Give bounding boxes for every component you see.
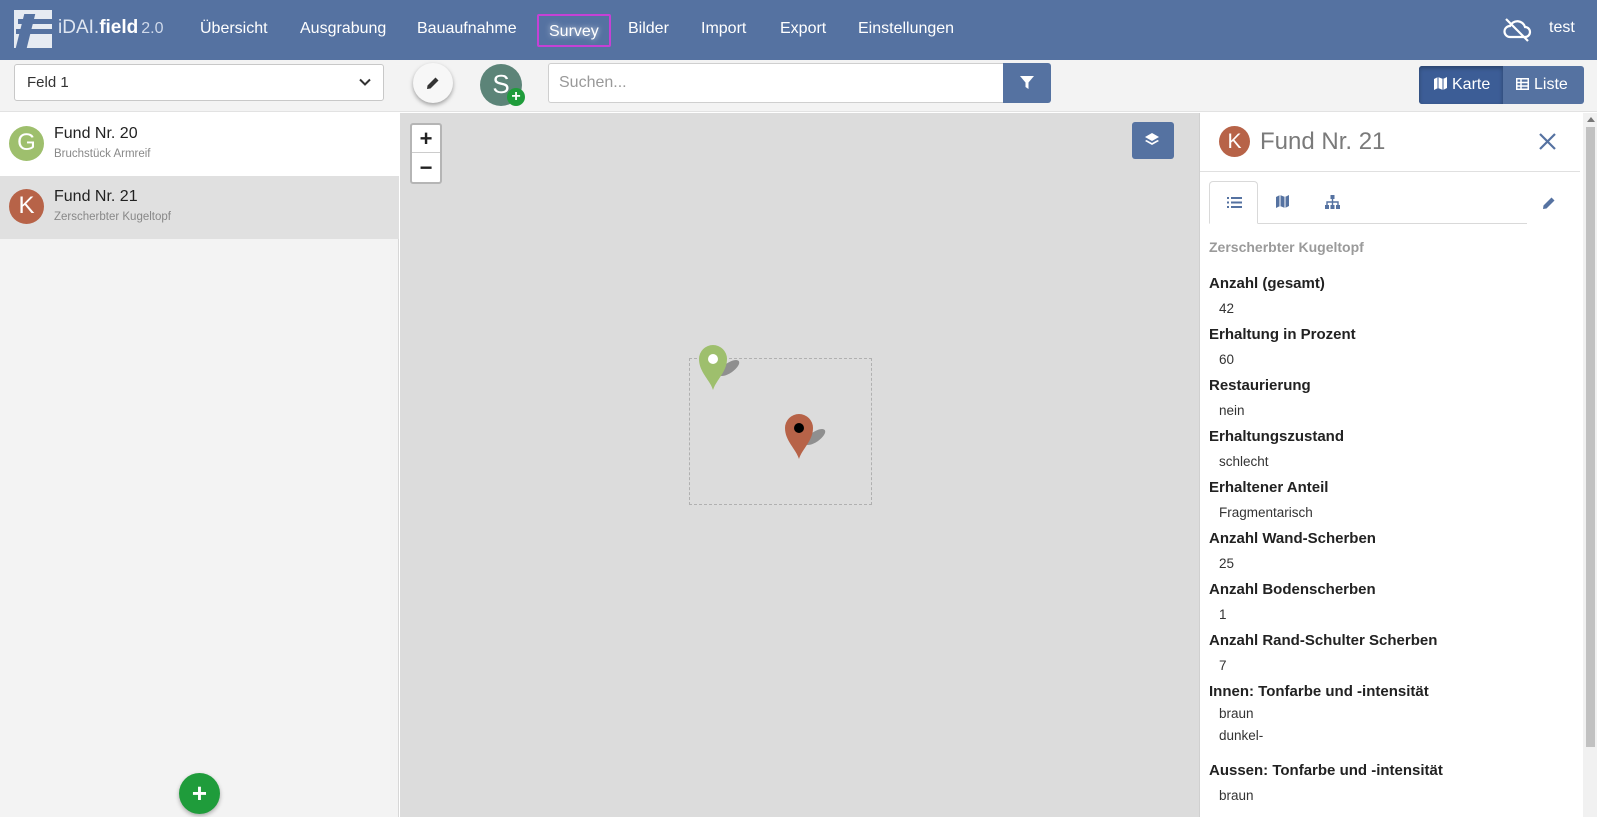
layers-icon: [1145, 133, 1159, 145]
edit-operation-button[interactable]: [413, 63, 453, 103]
field-value: schlecht: [1219, 454, 1269, 469]
field-value: 42: [1219, 301, 1235, 316]
filter-icon: [1020, 76, 1034, 89]
resource-subtitle: Zerscherbter Kugeltopf: [54, 211, 171, 223]
map-view-label: Karte: [1452, 76, 1491, 93]
map-view-button[interactable]: Karte: [1419, 66, 1503, 104]
field-label: Innen: Tonfarbe und -intensität: [1209, 683, 1429, 700]
field-label: Aussen: Tonfarbe und -intensität: [1209, 762, 1443, 779]
detail-title: Fund Nr. 21: [1260, 128, 1386, 155]
list-view-label: Liste: [1534, 76, 1568, 93]
zoom-out-button[interactable]: −: [412, 154, 440, 182]
toolbar: Feld 1 S + Karte Liste: [0, 60, 1597, 112]
user-name[interactable]: test: [1549, 19, 1575, 37]
pencil-icon: [427, 77, 439, 89]
field-value: 1: [1219, 607, 1227, 622]
tab-map[interactable]: [1259, 181, 1308, 224]
operation-select-value: Feld 1: [27, 74, 69, 91]
sidebar-scrollbar[interactable]: [1583, 113, 1597, 817]
field-label: Anzahl (gesamt): [1209, 275, 1325, 292]
field-list: Anzahl (gesamt) 42 Erhaltung in Prozent …: [1209, 273, 1569, 811]
field-label: Erhaltung in Prozent: [1209, 326, 1356, 343]
field-value: dunkel-: [1219, 728, 1264, 743]
top-navbar: iDAI.field 2.0 Übersicht Ausgrabung Bauau…: [0, 0, 1597, 60]
table-icon: [1516, 78, 1529, 90]
map-marker-fund-20[interactable]: [698, 344, 758, 390]
field-value: Fragmentarisch: [1219, 505, 1313, 520]
detail-sidebar: K Fund Nr. 21 Zerscherbter Kugeltopf Anz…: [1199, 113, 1597, 817]
nav-ausgrabung[interactable]: Ausgrabung: [300, 18, 386, 40]
map-icon: [1434, 77, 1447, 90]
map-icon: [1276, 195, 1289, 208]
resource-title: Fund Nr. 20: [54, 125, 138, 142]
layers-button[interactable]: [1132, 122, 1174, 159]
nav-uebersicht[interactable]: Übersicht: [200, 18, 268, 40]
nav-import[interactable]: Import: [701, 18, 746, 40]
list-item-selected[interactable]: K Fund Nr. 21 Zerscherbter Kugeltopf: [0, 176, 399, 239]
field-label: Anzahl Bodenscherben: [1209, 581, 1376, 598]
resource-avatar: G: [9, 126, 44, 161]
field-label: Restaurierung: [1209, 377, 1311, 394]
field-label: Erhaltener Anteil: [1209, 479, 1329, 496]
scroll-thumb[interactable]: [1586, 127, 1595, 747]
list-icon: [1227, 197, 1242, 208]
resource-subtitle: Bruchstück Armreif: [54, 148, 151, 160]
brand-main: field: [99, 17, 139, 38]
add-resource-button[interactable]: +: [179, 773, 220, 814]
edit-pencil-icon[interactable]: [1541, 195, 1557, 211]
field-label: Erhaltungszustand: [1209, 428, 1345, 445]
map-view[interactable]: + −: [400, 113, 1199, 817]
nav-bauaufnahme[interactable]: Bauaufnahme: [417, 18, 517, 40]
plus-badge-icon[interactable]: +: [507, 88, 525, 106]
field-label: Anzahl Rand-Schulter Scherben: [1209, 632, 1438, 649]
field-value: nein: [1219, 403, 1245, 418]
sitemap-icon: [1325, 195, 1340, 209]
detail-avatar: K: [1219, 126, 1250, 157]
brand-prefix: iDAI.: [58, 17, 100, 38]
idai-field-logo: [14, 10, 52, 48]
brand-version: 2.0: [141, 20, 164, 37]
nav-survey[interactable]: Survey: [537, 14, 611, 47]
nav-einstellungen[interactable]: Einstellungen: [858, 18, 954, 40]
short-description: Zerscherbter Kugeltopf: [1209, 239, 1364, 255]
nav-bilder[interactable]: Bilder: [628, 18, 669, 40]
tab-hierarchy[interactable]: [1308, 181, 1357, 224]
nav-export[interactable]: Export: [780, 18, 826, 40]
field-value: 60: [1219, 352, 1235, 367]
close-icon[interactable]: [1539, 133, 1556, 150]
divider: [1200, 171, 1580, 172]
chevron-down-icon: [359, 78, 371, 86]
field-value: 7: [1219, 658, 1227, 673]
search-input[interactable]: [548, 63, 1003, 103]
app-brand: iDAI.field 2.0: [58, 16, 164, 41]
field-value: braun: [1219, 706, 1254, 721]
resource-title: Fund Nr. 21: [54, 188, 138, 205]
filter-button[interactable]: [1003, 63, 1051, 103]
zoom-control: + −: [410, 123, 442, 184]
cloud-off-icon[interactable]: [1502, 16, 1532, 42]
field-value: 25: [1219, 556, 1235, 571]
field-value: braun: [1219, 788, 1254, 803]
detail-tabs: [1209, 181, 1527, 224]
field-label: Anzahl Wand-Scherben: [1209, 530, 1376, 547]
scroll-up-arrow-icon[interactable]: [1587, 117, 1595, 122]
list-view-button[interactable]: Liste: [1503, 66, 1584, 104]
list-item[interactable]: G Fund Nr. 20 Bruchstück Armreif: [0, 113, 399, 176]
resource-avatar: K: [9, 189, 44, 224]
resource-list-panel: G Fund Nr. 20 Bruchstück Armreif K Fund …: [0, 113, 399, 817]
view-mode-toggle: Karte Liste: [1419, 66, 1584, 104]
zoom-in-button[interactable]: +: [412, 125, 440, 153]
operation-select[interactable]: Feld 1: [14, 64, 384, 101]
tab-fields[interactable]: [1209, 181, 1258, 224]
map-marker-fund-21[interactable]: [784, 413, 844, 459]
